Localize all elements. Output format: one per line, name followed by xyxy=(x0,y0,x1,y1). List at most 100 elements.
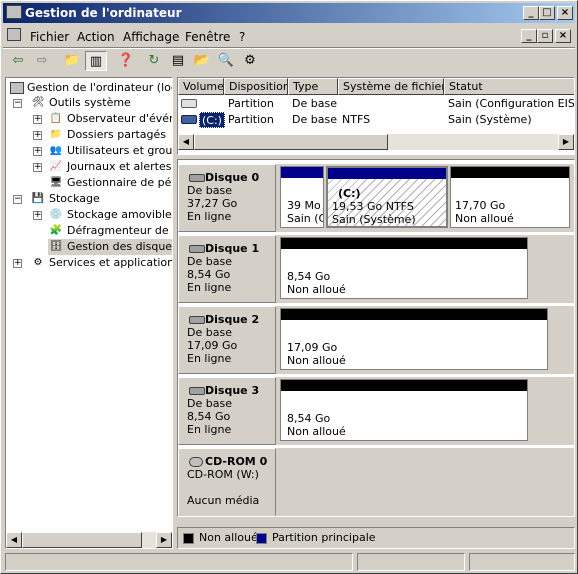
list-horizontal-scrollbar[interactable]: ◀ ▶ xyxy=(178,134,574,150)
expand-icon[interactable]: + xyxy=(13,259,22,268)
minimize-button[interactable]: _ xyxy=(523,6,539,20)
scroll-left-button[interactable]: ◀ xyxy=(178,134,194,150)
partition-unallocated[interactable]: 8,54 Go Non alloué xyxy=(280,237,528,299)
partition-size: 17,09 Go xyxy=(287,341,338,354)
expand-icon[interactable]: + xyxy=(33,147,42,156)
expand-icon[interactable]: + xyxy=(33,115,42,124)
scroll-right-button[interactable]: ▶ xyxy=(558,134,574,150)
column-header-disposition[interactable]: Disposition xyxy=(224,78,288,95)
search-icon[interactable]: 🔍 xyxy=(215,51,237,71)
scroll-thumb[interactable] xyxy=(22,532,142,548)
open-folder-icon[interactable]: 📂 xyxy=(191,51,213,71)
disk-name: Disque 0 xyxy=(205,171,260,184)
cdrom-row: CD-ROM 0 CD-ROM (W:) Aucun média xyxy=(178,448,574,516)
tree-item-gestionnaire[interactable]: 🖥 Gestionnaire de périp xyxy=(48,175,172,191)
help-icon[interactable]: ❓ xyxy=(115,51,137,71)
column-header-volume[interactable]: Volume xyxy=(178,78,224,95)
disk-icon xyxy=(189,245,205,253)
partition-bar xyxy=(281,167,323,178)
tree-item-dossiers[interactable]: 📁 Dossiers partagés xyxy=(48,127,166,143)
legend-label-primary: Partition principale xyxy=(272,531,376,544)
scroll-left-button[interactable]: ◀ xyxy=(6,532,22,548)
menu-fenetre[interactable]: Fenêtre xyxy=(185,30,230,44)
mdi-close-button[interactable]: × xyxy=(555,29,571,43)
disk-type: De base xyxy=(187,255,232,268)
scroll-right-button[interactable]: ▶ xyxy=(156,532,172,548)
tree-item-stockage[interactable]: 💾 Stockage xyxy=(30,191,100,207)
partition-unallocated[interactable]: 17,70 Go Non alloué xyxy=(450,166,570,228)
tree-horizontal-scrollbar[interactable]: ◀ ▶ xyxy=(6,532,172,548)
partition-status: Non alloué xyxy=(455,212,514,225)
collapse-icon[interactable]: − xyxy=(13,99,22,108)
tree-item-outils[interactable]: 🛠 Outils système xyxy=(30,95,131,111)
console-tree[interactable]: Gestion de l'ordinateur (local) − 🛠 Outil… xyxy=(5,77,173,549)
expand-icon[interactable]: + xyxy=(33,131,42,140)
settings-icon[interactable]: ⚙ xyxy=(239,51,261,71)
close-button[interactable]: × xyxy=(557,6,573,20)
disk-state: En ligne xyxy=(187,352,232,365)
column-header-fs[interactable]: Système de fichiers xyxy=(338,78,444,95)
partition-c[interactable]: (C:) 19,53 Go NTFS Sain (Système) xyxy=(326,166,448,228)
tree-root[interactable]: Gestion de l'ordinateur (local) xyxy=(10,80,172,96)
scroll-thumb[interactable] xyxy=(194,134,388,150)
expand-icon[interactable]: + xyxy=(33,163,42,172)
legend: Non alloué Partition principale xyxy=(177,527,575,549)
tree-item-services[interactable]: ⚙ Services et applications xyxy=(30,255,172,271)
volume-list[interactable]: Volume Disposition Type Système de fichi… xyxy=(177,77,575,155)
tree-item-observateur[interactable]: 📋 Observateur d'événe xyxy=(48,111,172,127)
disk-label[interactable]: Disque 2 De base 17,09 Go En ligne xyxy=(178,306,276,374)
toolbar: ⇦ ⇨ 📁 ▥ ❓ ↻ ▤ 📂 🔍 ⚙ xyxy=(3,49,575,73)
status-pane-3 xyxy=(469,553,575,571)
properties-icon[interactable]: ▤ xyxy=(167,51,189,71)
cell-type: De base xyxy=(292,113,337,126)
tree-item-amovible[interactable]: 💿 Stockage amovible xyxy=(48,207,172,223)
main-window: Gestion de l'ordinateur _ □ × Fichier Ac… xyxy=(0,0,578,574)
disk-row-1: Disque 1 De base 8,54 Go En ligne 8,54 G… xyxy=(178,235,574,303)
tree-item-outils-label: Outils système xyxy=(49,96,131,109)
partition-unallocated[interactable]: 8,54 Go Non alloué xyxy=(280,379,528,441)
menu-help[interactable]: ? xyxy=(239,30,245,44)
disk-row-2: Disque 2 De base 17,09 Go En ligne 17,09… xyxy=(178,306,574,374)
disk-name: Disque 1 xyxy=(205,242,260,255)
column-header-type[interactable]: Type xyxy=(288,78,338,95)
column-header-statut[interactable]: Statut xyxy=(444,78,574,95)
system-menu-icon[interactable] xyxy=(7,28,21,41)
partition-unallocated[interactable]: 17,09 Go Non alloué xyxy=(280,308,548,370)
legend-swatch-primary xyxy=(256,533,267,544)
partition-size: 17,70 Go xyxy=(455,199,506,212)
maximize-button[interactable]: □ xyxy=(539,6,555,20)
title-bar[interactable]: Gestion de l'ordinateur _ □ × xyxy=(3,3,575,23)
disk-label[interactable]: Disque 3 De base 8,54 Go En ligne xyxy=(178,377,276,445)
forward-arrow-icon[interactable]: ⇨ xyxy=(31,51,53,71)
partition-size: 19,53 Go NTFS xyxy=(332,200,414,213)
tree-item-stockage-label: Stockage xyxy=(49,192,100,205)
collapse-icon[interactable]: − xyxy=(13,195,22,204)
tree-item-journaux[interactable]: 📈 Journaux et alertes d xyxy=(48,159,172,175)
device-manager-icon: 🖥 xyxy=(49,177,63,188)
disk-state: En ligne xyxy=(187,423,232,436)
tree-item-defrag[interactable]: 🧩 Défragmenteur de dis xyxy=(48,223,172,239)
tree-item-utilisateurs[interactable]: 👥 Utilisateurs et groupe xyxy=(48,143,172,159)
performance-log-icon: 📈 xyxy=(49,161,63,172)
mdi-minimize-button[interactable]: _ xyxy=(521,29,537,43)
tree-item-disques[interactable]: 🗄 Gestion des disques xyxy=(48,239,172,255)
disk-management-icon: 🗄 xyxy=(49,241,63,252)
legend-label-unallocated: Non alloué xyxy=(199,531,258,544)
back-arrow-icon[interactable]: ⇦ xyxy=(7,51,29,71)
legend-swatch-unallocated xyxy=(183,533,194,544)
expand-icon[interactable]: + xyxy=(33,211,42,220)
menu-action[interactable]: Action xyxy=(77,30,115,44)
partition-status: Non alloué xyxy=(287,283,346,296)
mdi-restore-button[interactable]: ▫ xyxy=(537,29,553,43)
disk-label[interactable]: Disque 1 De base 8,54 Go En ligne xyxy=(178,235,276,303)
disk-volume-icon xyxy=(181,115,197,124)
disk-label[interactable]: Disque 0 De base 37,27 Go En ligne xyxy=(178,164,276,232)
disk-icon xyxy=(189,316,205,324)
up-folder-icon[interactable]: 📁 xyxy=(61,51,83,71)
partition-eisa[interactable]: 39 Mo Sain (C xyxy=(280,166,324,228)
refresh-icon[interactable]: ↻ xyxy=(143,51,165,71)
menu-affichage[interactable]: Affichage xyxy=(123,30,179,44)
menu-fichier[interactable]: Fichier xyxy=(30,30,69,44)
show-tree-icon[interactable]: ▥ xyxy=(85,51,107,71)
cdrom-label[interactable]: CD-ROM 0 CD-ROM (W:) Aucun média xyxy=(178,448,276,516)
